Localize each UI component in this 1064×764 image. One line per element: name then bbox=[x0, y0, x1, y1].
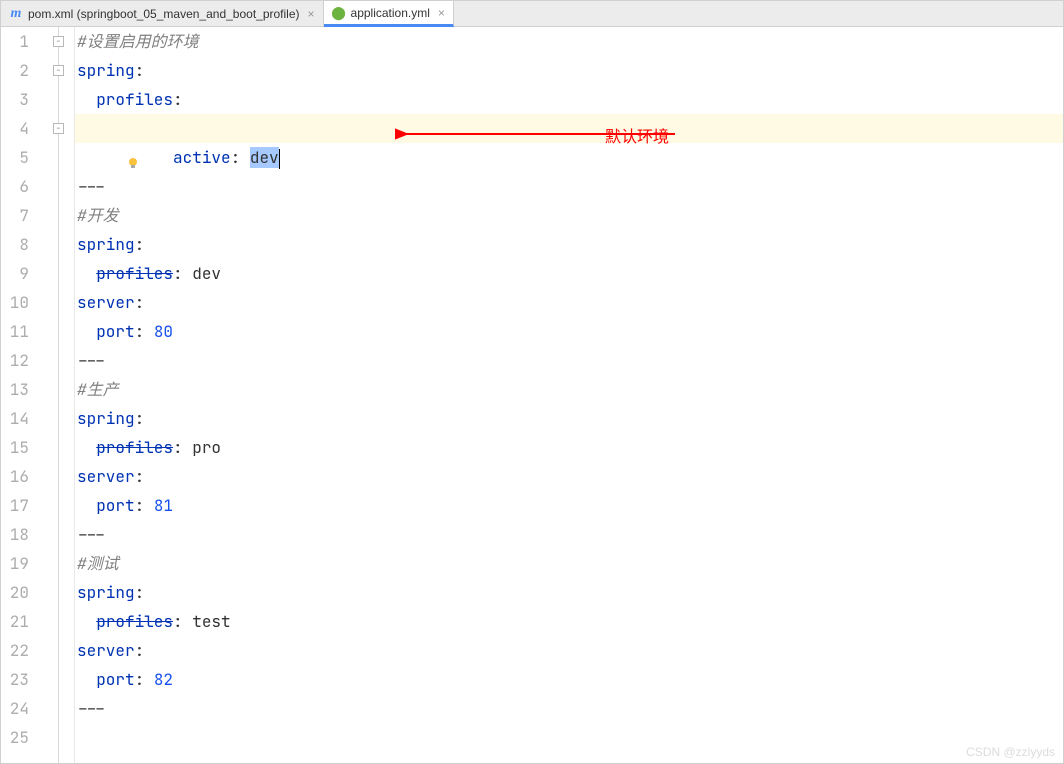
tab-application-yml[interactable]: ⬤ application.yml × bbox=[324, 1, 454, 27]
code-line: port: 82 bbox=[75, 665, 1063, 694]
code-line: spring: bbox=[75, 56, 1063, 85]
line-number: 10 bbox=[7, 288, 29, 317]
annotation-label: 默认环境 bbox=[605, 123, 669, 152]
code-line: server: bbox=[75, 462, 1063, 491]
line-number: 7 bbox=[7, 201, 29, 230]
code-line: port: 81 bbox=[75, 491, 1063, 520]
code-line bbox=[75, 723, 1063, 752]
line-number: 11 bbox=[7, 317, 29, 346]
line-number: 22 bbox=[7, 636, 29, 665]
line-number: 21 bbox=[7, 607, 29, 636]
tab-label: application.yml bbox=[351, 6, 430, 20]
line-number: 17 bbox=[7, 491, 29, 520]
code-line: #生产 bbox=[75, 375, 1063, 404]
code-line: #开发 bbox=[75, 201, 1063, 230]
code-line: --- bbox=[75, 694, 1063, 723]
maven-icon: m bbox=[9, 7, 23, 21]
line-number-gutter: 1234567891011121314151617181920212223242… bbox=[1, 27, 47, 763]
line-number: 3 bbox=[7, 85, 29, 114]
code-line: #设置启用的环境 bbox=[75, 27, 1063, 56]
line-number: 16 bbox=[7, 462, 29, 491]
line-number: 25 bbox=[7, 723, 29, 752]
code-line: server: bbox=[75, 288, 1063, 317]
line-number: 5 bbox=[7, 143, 29, 172]
line-number: 1 bbox=[7, 27, 29, 56]
code-line bbox=[75, 143, 1063, 172]
close-icon[interactable]: × bbox=[438, 6, 445, 20]
code-line: profiles: test bbox=[75, 607, 1063, 636]
line-number: 4 bbox=[7, 114, 29, 143]
close-icon[interactable]: × bbox=[308, 7, 315, 21]
line-number: 9 bbox=[7, 259, 29, 288]
line-number: 8 bbox=[7, 230, 29, 259]
line-number: 24 bbox=[7, 694, 29, 723]
code-line: --- bbox=[75, 520, 1063, 549]
line-number: 12 bbox=[7, 346, 29, 375]
editor-tabs: m pom.xml (springboot_05_maven_and_boot_… bbox=[1, 1, 1063, 27]
fold-handle[interactable]: − bbox=[53, 36, 64, 47]
fold-column[interactable]: − − − bbox=[47, 27, 75, 763]
code-line: profiles: pro bbox=[75, 433, 1063, 462]
code-line: #测试 bbox=[75, 549, 1063, 578]
code-line: profiles: dev bbox=[75, 259, 1063, 288]
tab-label: pom.xml (springboot_05_maven_and_boot_pr… bbox=[28, 7, 300, 21]
watermark: CSDN @zzlyyds bbox=[966, 745, 1055, 759]
code-area[interactable]: #设置启用的环境 spring: profiles: active: dev -… bbox=[75, 27, 1063, 763]
line-number: 14 bbox=[7, 404, 29, 433]
line-number: 19 bbox=[7, 549, 29, 578]
line-number: 23 bbox=[7, 665, 29, 694]
code-line: spring: bbox=[75, 404, 1063, 433]
code-line-active: active: dev bbox=[75, 114, 1063, 143]
intention-bulb-icon[interactable] bbox=[49, 121, 63, 135]
code-line: spring: bbox=[75, 578, 1063, 607]
line-number: 20 bbox=[7, 578, 29, 607]
fold-handle[interactable]: − bbox=[53, 65, 64, 76]
code-line: --- bbox=[75, 346, 1063, 375]
code-editor[interactable]: 1234567891011121314151617181920212223242… bbox=[1, 27, 1063, 763]
line-number: 6 bbox=[7, 172, 29, 201]
line-number: 18 bbox=[7, 520, 29, 549]
line-number: 15 bbox=[7, 433, 29, 462]
code-line: --- bbox=[75, 172, 1063, 201]
tab-pom[interactable]: m pom.xml (springboot_05_maven_and_boot_… bbox=[1, 1, 324, 26]
code-line: port: 80 bbox=[75, 317, 1063, 346]
code-line: spring: bbox=[75, 230, 1063, 259]
line-number: 13 bbox=[7, 375, 29, 404]
code-line: server: bbox=[75, 636, 1063, 665]
code-line: profiles: bbox=[75, 85, 1063, 114]
spring-icon: ⬤ bbox=[332, 6, 346, 20]
line-number: 2 bbox=[7, 56, 29, 85]
